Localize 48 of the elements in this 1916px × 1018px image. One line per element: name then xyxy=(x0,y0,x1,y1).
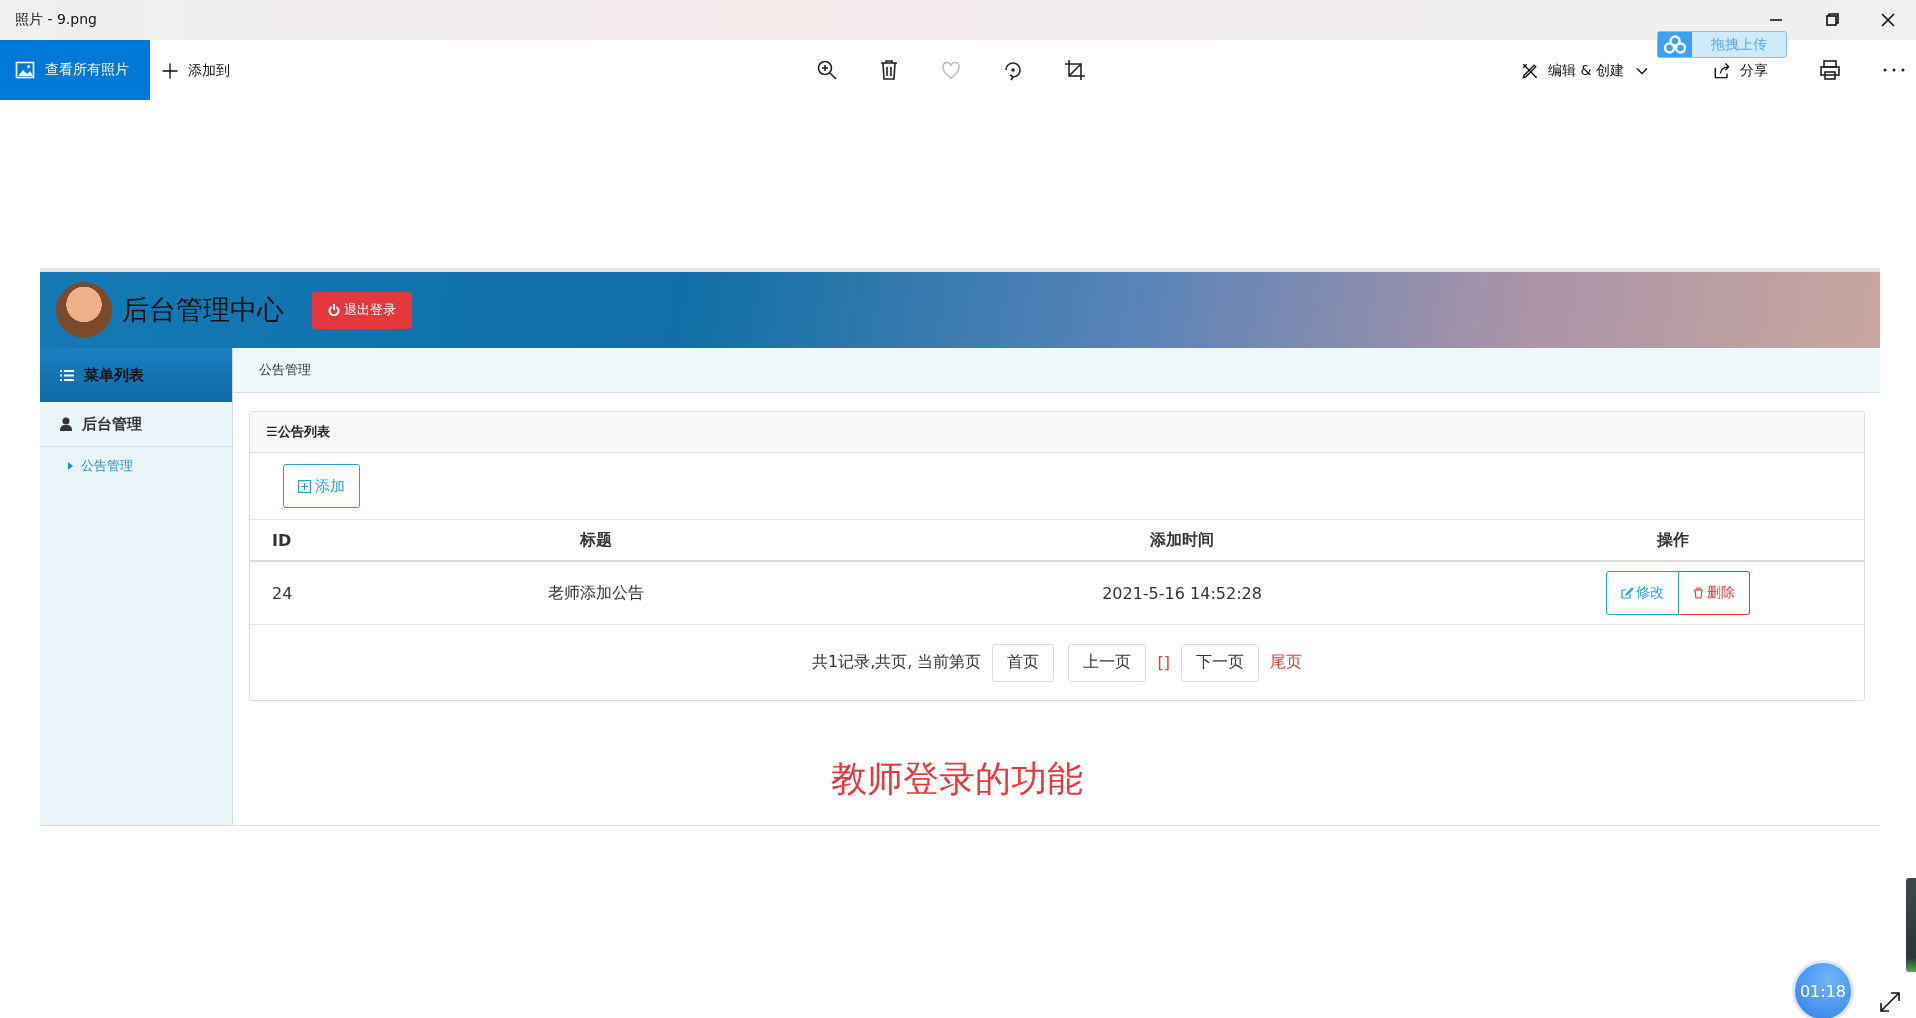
sidebar-link[interactable]: 公告管理 xyxy=(40,447,232,475)
edit-create-button[interactable]: 编辑 & 创建 xyxy=(1510,60,1662,82)
add-button[interactable]: 添加 xyxy=(283,464,360,508)
edit-icon xyxy=(1621,587,1633,599)
timer-badge[interactable]: 01:18 xyxy=(1792,960,1854,1018)
sidebar-header: 菜单列表 xyxy=(40,348,232,402)
plus-icon[interactable] xyxy=(160,61,180,81)
sidebar-group[interactable]: 后台管理 xyxy=(40,402,232,447)
column-header: ID xyxy=(271,530,293,550)
column-header: 标题 xyxy=(578,529,613,551)
expand-icon[interactable] xyxy=(1878,990,1902,1014)
app-title: 后台管理中心 xyxy=(122,293,284,327)
panel-title: ☰公告列表 xyxy=(250,412,1864,453)
delete-button[interactable]: 删除 xyxy=(1679,571,1750,615)
power-icon xyxy=(328,304,340,316)
edit-button[interactable]: 修改 xyxy=(1606,571,1679,615)
last-page-link[interactable]: 尾页 xyxy=(1269,652,1302,673)
page-button[interactable]: 上一页 xyxy=(1068,643,1147,682)
print-icon[interactable] xyxy=(1818,58,1842,82)
more-icon[interactable] xyxy=(1882,67,1906,73)
plus-box-icon xyxy=(298,479,311,493)
view-all-photos-button[interactable]: 查看所有照片 xyxy=(0,40,150,100)
caption: 教师登录的功能 xyxy=(829,757,1084,801)
zoom-in-icon[interactable] xyxy=(815,58,839,82)
breadcrumb: 公告管理 xyxy=(259,361,311,379)
caret-icon xyxy=(68,462,73,470)
user-icon xyxy=(60,417,72,431)
column-header: 操作 xyxy=(1655,529,1690,551)
page-button[interactable]: 下一页 xyxy=(1180,643,1259,682)
list-icon xyxy=(60,369,74,381)
pagination-summary: 共1记录,共页, 当前第页 xyxy=(812,652,982,673)
avatar xyxy=(56,282,112,338)
crop-icon[interactable] xyxy=(1063,58,1087,82)
trash-icon xyxy=(1693,587,1704,599)
logout-button[interactable]: 退出登录 xyxy=(312,291,412,329)
column-header: 添加时间 xyxy=(1149,529,1215,551)
window-title: 照片 - 9.png xyxy=(14,11,97,29)
table-cell-text: 2021-5-16 14:52:28 xyxy=(1101,583,1263,603)
table-cell-text: 老师添加公告 xyxy=(547,582,645,604)
page-button[interactable]: 首页 xyxy=(992,643,1055,682)
image-icon xyxy=(15,60,35,80)
side-widget[interactable] xyxy=(1906,878,1916,972)
add-to-button[interactable]: 添加到 xyxy=(150,60,240,82)
current-page: [] xyxy=(1157,653,1170,672)
table-cell-text: 24 xyxy=(271,583,294,603)
share-icon[interactable] xyxy=(1712,61,1732,81)
cloud-icon xyxy=(1663,34,1687,55)
share-button[interactable]: 分享 xyxy=(1702,60,1778,82)
